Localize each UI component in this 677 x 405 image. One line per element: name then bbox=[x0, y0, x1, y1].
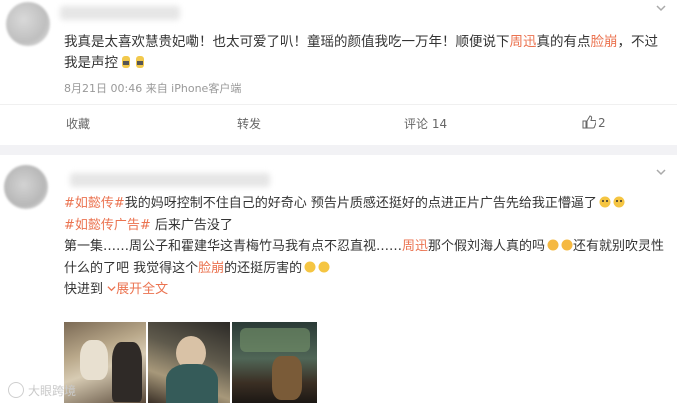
weibo-post-1: 我真是太喜欢慧贵妃嘞！也太可爱了叭！童瑶的颜值我吃一万年！顺便说下周迅真的有点脸… bbox=[0, 0, 677, 145]
post-2-line-3-d: 的还挺厉害的 bbox=[224, 260, 303, 276]
emoji-icon bbox=[547, 239, 559, 251]
post-1-text: 我真是太喜欢慧贵妃嘞！也太可爱了叭！童瑶的颜值我吃一万年！顺便说下周迅真的有点脸… bbox=[64, 32, 670, 74]
chevron-down-icon[interactable] bbox=[655, 166, 667, 178]
watermark-logo-icon bbox=[8, 382, 24, 398]
comment-button[interactable]: 评论 14 bbox=[404, 115, 447, 132]
emoji-icon bbox=[561, 239, 573, 251]
post-2-line-3-a: 第一集……周公子和霍建华这青梅竹马我有点不忍直视…… bbox=[64, 239, 403, 254]
post-2-line-2: #如懿传广告# 后来广告没了 bbox=[64, 215, 674, 237]
avatar-blurred[interactable] bbox=[4, 165, 48, 209]
post-2-line-1: #如懿传#我的妈呀控制不住自己的好奇心 预告片质感还挺好的点进正片广告先给我正懵… bbox=[64, 193, 674, 215]
weibo-screenshot: 我真是太喜欢慧贵妃嘞！也太可爱了叭！童瑶的颜值我吃一万年！顺便说下周迅真的有点脸… bbox=[0, 0, 677, 405]
share-button[interactable]: 转发 bbox=[237, 115, 261, 132]
post-1-word-link[interactable]: 脸崩 bbox=[591, 34, 618, 50]
emoji-icon bbox=[599, 196, 611, 208]
thumbnail-image-1[interactable] bbox=[64, 322, 146, 403]
post-2-line-4: 快进到 展开全文 bbox=[64, 279, 674, 301]
post-2-name-link[interactable]: 周迅 bbox=[402, 239, 428, 254]
emoji-icon bbox=[318, 261, 330, 272]
post-2-line-3-b: 那个假刘海人真的吗 bbox=[428, 239, 546, 254]
expand-label: 展开全文 bbox=[116, 282, 169, 297]
expand-full-text-link[interactable]: 展开全文 bbox=[107, 282, 168, 297]
collect-button[interactable]: 收藏 bbox=[66, 115, 90, 132]
watermark: 大眼跨境 bbox=[8, 382, 76, 399]
avatar-blurred[interactable] bbox=[6, 2, 50, 46]
weibo-post-2: #如懿传#我的妈呀控制不住自己的好奇心 预告片质感还挺好的点进正片广告先给我正懵… bbox=[0, 155, 677, 405]
thumbs-up-icon bbox=[582, 115, 596, 129]
emoji-icon bbox=[136, 56, 144, 68]
post-1-text-mid: 真的有点 bbox=[536, 34, 591, 50]
watermark-text: 大眼跨境 bbox=[28, 384, 77, 398]
post-2-line-4-text: 快进到 bbox=[64, 282, 108, 297]
hashtag-link[interactable]: #如懿传广告# bbox=[64, 218, 151, 233]
like-button[interactable]: 2 bbox=[582, 115, 606, 130]
emoji-icon bbox=[613, 196, 625, 208]
post-1-name-link[interactable]: 周迅 bbox=[510, 34, 537, 50]
post-2-line-1-text: 我的妈呀控制不住自己的好奇心 预告片质感还挺好的点进正片广告先给我正懵逼了 bbox=[124, 196, 597, 211]
post-2-word-link[interactable]: 脸崩 bbox=[198, 261, 224, 276]
post-2-line-2-text: 后来广告没了 bbox=[150, 217, 233, 233]
emoji-icon bbox=[122, 56, 130, 68]
username-blurred[interactable] bbox=[70, 173, 270, 187]
username-blurred[interactable] bbox=[60, 6, 180, 20]
post-2-line-3: 第一集……周公子和霍建华这青梅竹马我有点不忍直视……周迅那个假刘海人真的吗 还有就… bbox=[64, 236, 674, 279]
like-count: 2 bbox=[598, 116, 606, 130]
emoji-icon bbox=[304, 261, 316, 272]
post-2-text: #如懿传#我的妈呀控制不住自己的好奇心 预告片质感还挺好的点进正片广告先给我正懵… bbox=[64, 193, 674, 301]
post-divider bbox=[0, 145, 677, 155]
thumbnail-image-3[interactable] bbox=[232, 322, 317, 403]
chevron-down-icon[interactable] bbox=[655, 2, 667, 14]
post-1-meta: 8月21日 00:46 来自 iPhone客户端 bbox=[64, 82, 242, 95]
hashtag-link[interactable]: #如懿传# bbox=[64, 196, 125, 211]
post-1-text-before: 我真是太喜欢慧贵妃嘞！也太可爱了叭！童瑶的颜值我吃一万年！顺便说下 bbox=[64, 34, 510, 50]
thumbnail-image-2[interactable] bbox=[148, 322, 230, 403]
chevron-down-icon bbox=[107, 286, 116, 292]
post-1-action-bar: 收藏 转发 评论 14 2 bbox=[0, 104, 677, 145]
